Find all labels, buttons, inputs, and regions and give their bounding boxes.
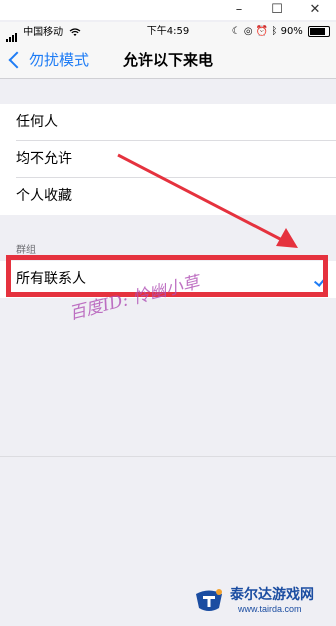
maximize-button[interactable]: ☐ [264, 0, 290, 20]
site-logo: 泰尔达游戏网 www.tairda.com [192, 582, 332, 622]
lock-rotation-icon: ◎ [243, 26, 253, 37]
annotation-arrow [117, 153, 298, 248]
bluetooth-icon: ᛒ [271, 26, 278, 37]
divider [0, 456, 336, 457]
game-controller-icon [196, 589, 222, 611]
option-label: 任何人 [16, 114, 58, 130]
groups-section-header: 群组 [16, 245, 36, 256]
close-button[interactable]: ✕ [302, 0, 328, 20]
checkmark-icon [313, 273, 328, 287]
option-label: 均不允许 [16, 151, 72, 167]
option-no-one[interactable]: 均不允许 [0, 141, 336, 178]
battery-icon [308, 25, 330, 37]
option-anyone[interactable]: 任何人 [0, 104, 336, 141]
status-right: ☾ ◎ ⏰ ᛒ 90% [232, 22, 330, 42]
status-bar: 中国移动 下午4:59 ☾ ◎ ⏰ ᛒ 90% [0, 22, 336, 42]
allow-calls-options: 任何人 均不允许 个人收藏 [0, 104, 336, 215]
site-url: www.tairda.com [238, 604, 302, 614]
group-item-label: 所有联系人 [16, 271, 86, 287]
minimize-button[interactable]: – [226, 0, 252, 20]
option-favorites[interactable]: 个人收藏 [0, 178, 336, 215]
page-title: 允许以下来电 [122, 51, 213, 69]
navigation-bar: 勿扰模式 允许以下来电 [0, 42, 336, 79]
battery-percent: 90% [280, 26, 303, 37]
window-titlebar: – ☐ ✕ [0, 0, 336, 20]
site-name: 泰尔达游戏网 [230, 586, 314, 602]
alarm-icon: ⏰ [255, 26, 269, 37]
moon-icon: ☾ [231, 26, 241, 37]
option-label: 个人收藏 [16, 188, 72, 204]
